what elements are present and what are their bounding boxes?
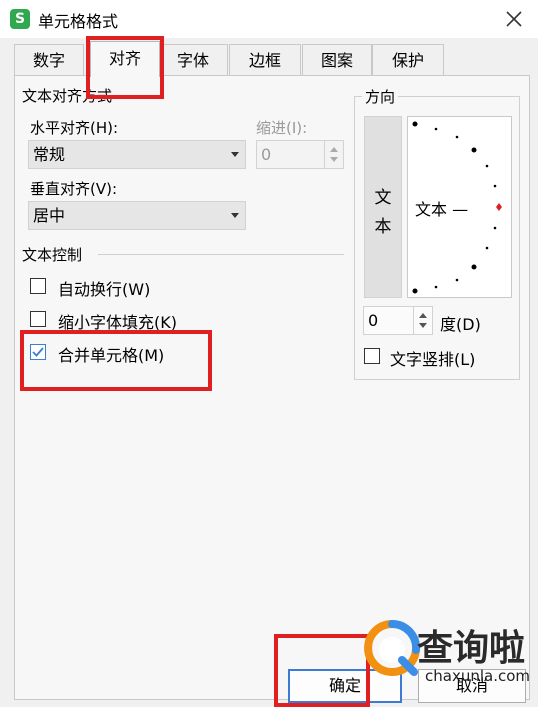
vertical-layout-label: 文字竖排(L): [390, 350, 476, 369]
vertical-text-char-1: 文: [374, 188, 392, 208]
text-alignment-group-label: 文本对齐方式: [22, 87, 113, 105]
merge-cells-label: 合并单元格(M): [58, 346, 165, 365]
horizontal-align-label: 水平对齐(H):: [30, 119, 119, 137]
orientation-group-label: 方向: [362, 86, 399, 107]
tab-pattern[interactable]: 图案: [302, 44, 372, 75]
chevron-down-icon: [231, 213, 239, 218]
checkmark-icon: [32, 347, 44, 357]
vertical-layout-checkbox[interactable]: [364, 348, 380, 364]
degree-label: 度(D): [440, 315, 481, 334]
indent-stepper[interactable]: 0: [256, 140, 344, 169]
watermark-url: chaxunla.com: [425, 667, 530, 685]
degree-value: 0: [368, 311, 379, 330]
watermark-brand: 查询啦: [417, 628, 526, 669]
degree-spin-buttons[interactable]: [413, 307, 432, 334]
close-button[interactable]: [500, 6, 528, 32]
wps-app-icon: S: [10, 9, 30, 29]
merge-cells-checkbox[interactable]: [30, 344, 46, 360]
shrink-to-fit-checkbox[interactable]: [30, 311, 46, 327]
indent-label: 缩进(I):: [256, 119, 308, 137]
tab-protection[interactable]: 保护: [372, 44, 444, 75]
merge-cells-option[interactable]: 合并单元格(M): [30, 342, 230, 366]
shrink-to-fit-label: 缩小字体填充(K): [58, 313, 177, 332]
vertical-align-value: 居中: [33, 206, 66, 225]
horizontal-align-value: 常规: [33, 145, 66, 164]
tab-border[interactable]: 边框: [229, 44, 301, 75]
arrow-down-icon: [330, 157, 338, 162]
text-control-group-label: 文本控制: [22, 246, 83, 264]
vertical-align-label: 垂直对齐(V):: [30, 180, 118, 198]
indent-value: 0: [261, 145, 272, 164]
degree-stepper[interactable]: 0: [363, 306, 433, 335]
tab-alignment[interactable]: 对齐: [90, 41, 160, 77]
close-icon: [506, 11, 522, 27]
tab-font[interactable]: 字体: [158, 44, 228, 75]
chevron-down-icon: [231, 152, 239, 157]
arrow-down-icon: [419, 323, 427, 328]
title-bar: S 单元格格式: [0, 0, 538, 38]
wrap-text-checkbox[interactable]: [30, 278, 46, 294]
vertical-text-button[interactable]: 文 本: [364, 116, 402, 298]
vertical-layout-option[interactable]: 文字竖排(L): [364, 346, 514, 370]
tab-number[interactable]: 数字: [14, 44, 84, 75]
text-control-separator: [98, 254, 344, 255]
indent-spin-buttons[interactable]: [324, 141, 343, 168]
shrink-to-fit-option[interactable]: 缩小字体填充(K): [30, 309, 230, 333]
vertical-text-char-2: 本: [374, 217, 392, 237]
arrow-up-icon: [419, 313, 427, 318]
horizontal-align-select[interactable]: 常规: [28, 140, 246, 169]
ok-button[interactable]: 确定: [288, 669, 402, 703]
dialog-title: 单元格格式: [38, 12, 119, 31]
wrap-text-option[interactable]: 自动换行(W): [30, 276, 230, 300]
orientation-dial-text: 文本 —: [415, 200, 469, 219]
wrap-text-label: 自动换行(W): [58, 280, 151, 299]
arrow-up-icon: [330, 147, 338, 152]
vertical-align-select[interactable]: 居中: [28, 201, 246, 230]
